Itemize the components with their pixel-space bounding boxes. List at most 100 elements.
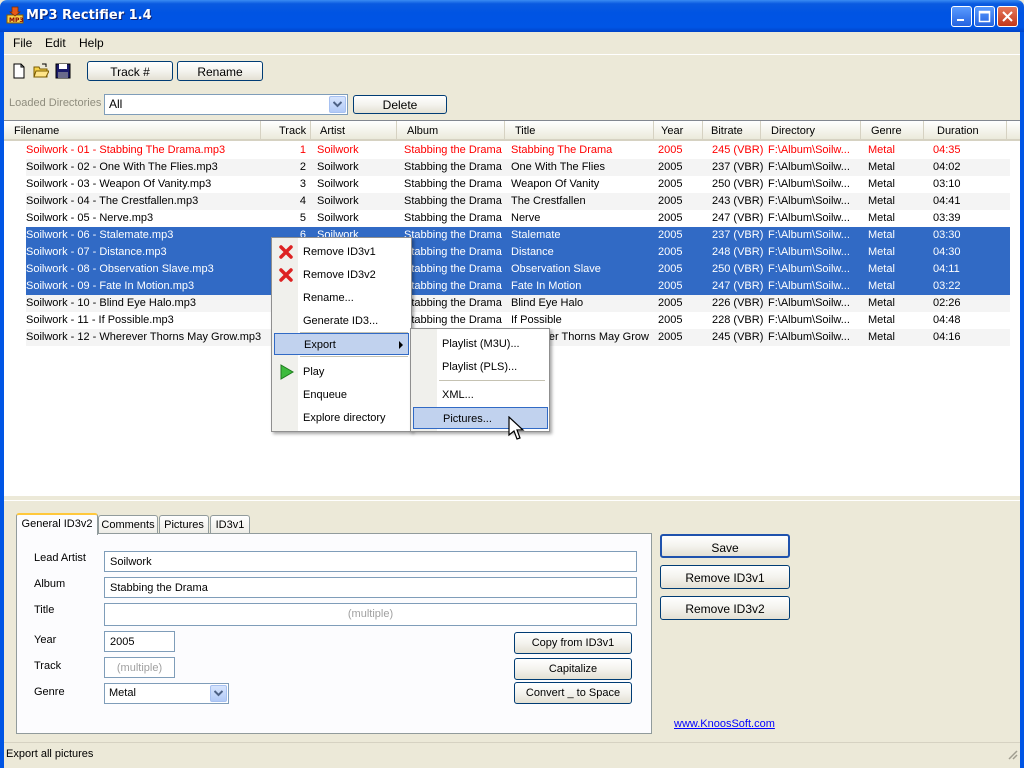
cell-directory: F:\Album\Soilw... [768, 246, 850, 258]
tab-comments[interactable]: Comments [98, 515, 158, 534]
genre-combo-arrow[interactable] [210, 685, 227, 702]
tab-general-id3v2[interactable]: General ID3v2 [16, 513, 98, 535]
table-row[interactable]: Soilwork - 02 - One With The Flies.mp3 2 S… [26, 159, 1010, 176]
table-row[interactable]: Soilwork - 03 - Weapon Of Vanity.mp3 3 Soi… [26, 176, 1010, 193]
cell-year: 2005 [658, 246, 683, 258]
submenu-playlist-pls[interactable]: Playlist (PLS)... [413, 356, 548, 378]
menu-enqueue[interactable]: Enqueue [274, 384, 409, 406]
menu-play[interactable]: Play [274, 361, 409, 383]
cell-artist: Soilwork [317, 161, 359, 173]
table-row[interactable]: Soilwork - 09 - Fate In Motion.mp39Soilw… [26, 278, 1010, 295]
convert-underscore-label: Convert _ to Space [525, 687, 621, 699]
column-duration[interactable]: Duration [924, 121, 1007, 141]
new-file-icon[interactable] [11, 63, 27, 79]
column-title-label: Title [515, 125, 536, 137]
submenu-xml[interactable]: XML... [413, 384, 548, 406]
general-id3v2-panel: Lead Artist Soilwork Album Stabbing the … [16, 533, 652, 734]
remove-id3v1-button[interactable]: Remove ID3v1 [660, 565, 790, 589]
maximize-icon [978, 10, 991, 23]
delete-button[interactable]: Delete [353, 95, 447, 114]
convert-underscore-button[interactable]: Convert _ to Space [514, 682, 632, 704]
cell-year: 2005 [658, 161, 683, 173]
year-value: 2005 [110, 636, 135, 648]
title-field[interactable]: (multiple) [104, 603, 637, 626]
menu-file[interactable]: File [13, 36, 32, 50]
cell-track: 2 [299, 161, 306, 173]
column-year[interactable]: Year [654, 121, 703, 141]
genre-combo[interactable]: Metal [104, 683, 229, 704]
menu-generate-id3[interactable]: Generate ID3... [274, 310, 409, 332]
table-row[interactable]: Soilwork - 10 - Blind Eye Halo.mp310Soil… [26, 295, 1010, 312]
minimize-button[interactable] [951, 6, 972, 27]
table-row[interactable]: Soilwork - 01 - Stabbing The Drama.mp3 1 S… [26, 142, 1010, 159]
cell-directory: F:\Album\Soilw... [768, 314, 850, 326]
cell-bitrate: 245 (VBR) [712, 144, 764, 156]
website-link[interactable]: www.KnoosSoft.com [674, 718, 775, 730]
menu-bar: File Edit Help [4, 32, 1020, 52]
pane-splitter[interactable] [4, 497, 1020, 501]
cell-title: The Crestfallen [511, 195, 586, 207]
table-row[interactable]: Soilwork - 06 - Stalemate.mp3 6 Soilwork St… [26, 227, 1010, 244]
submenu-playlist-m3u[interactable]: Playlist (M3U)... [413, 333, 548, 355]
cell-filename: Soilwork - 06 - Stalemate.mp3 [26, 229, 174, 241]
album-field[interactable]: Stabbing the Drama [104, 577, 637, 598]
save-disk-icon[interactable] [55, 63, 71, 79]
column-filename[interactable]: Filename [4, 121, 261, 141]
cell-year: 2005 [658, 314, 683, 326]
capitalize-button[interactable]: Capitalize [514, 658, 632, 680]
tab-pictures-label: Pictures [164, 519, 204, 531]
track-field[interactable]: (multiple) [104, 657, 175, 678]
cell-year: 2005 [658, 195, 683, 207]
table-row[interactable]: Soilwork - 07 - Distance.mp37SoilworkSta… [26, 244, 1010, 261]
toolbar: Track # Rename [4, 54, 1020, 88]
lead-artist-field[interactable]: Soilwork [104, 551, 637, 572]
table-row[interactable]: Soilwork - 08 - Observation Slave.mp38So… [26, 261, 1010, 278]
tab-id3v1[interactable]: ID3v1 [210, 515, 250, 534]
column-album[interactable]: Album [397, 121, 505, 141]
cell-filename: Soilwork - 05 - Nerve.mp3 [26, 212, 154, 224]
cell-title: One With The Flies [511, 161, 605, 173]
menu-help[interactable]: Help [79, 36, 104, 50]
cell-bitrate: 243 (VBR) [712, 195, 764, 207]
menu-edit[interactable]: Edit [45, 36, 66, 50]
maximize-button[interactable] [974, 6, 995, 27]
menu-explore-directory[interactable]: Explore directory [274, 407, 409, 429]
year-field[interactable]: 2005 [104, 631, 175, 652]
cell-album: Stabbing the Drama [404, 280, 502, 292]
remove-id3v2-button[interactable]: Remove ID3v2 [660, 596, 790, 620]
column-title[interactable]: Title [505, 121, 654, 141]
export-submenu: Playlist (M3U)... Playlist (PLS)... XML.… [410, 328, 550, 432]
column-artist-label: Artist [320, 125, 346, 137]
menu-rename[interactable]: Rename... [274, 287, 409, 309]
menu-remove-id3v2[interactable]: Remove ID3v2 [274, 264, 409, 286]
table-row[interactable]: Soilwork - 05 - Nerve.mp3 5 Soilwork Stabbi… [26, 210, 1010, 227]
cell-genre: Metal [868, 229, 895, 241]
table-row[interactable]: Soilwork - 04 - The Crestfallen.mp3 4 Soil… [26, 193, 1010, 210]
context-menu: Remove ID3v1 Remove ID3v2 Rename... Gene… [271, 237, 412, 432]
copy-from-id3v1-button[interactable]: Copy from ID3v1 [514, 632, 632, 654]
track-number-button[interactable]: Track # [87, 61, 173, 81]
menu-export[interactable]: Export [274, 333, 409, 355]
column-genre[interactable]: Genre [861, 121, 924, 141]
delete-button-label: Delete [382, 98, 418, 112]
save-button[interactable]: Save [660, 534, 790, 558]
directories-combo[interactable]: All [104, 94, 348, 115]
column-track[interactable]: Track [261, 121, 311, 141]
rename-button[interactable]: Rename [177, 61, 263, 81]
play-icon [280, 364, 294, 380]
open-folder-icon[interactable] [33, 63, 49, 79]
tab-pictures[interactable]: Pictures [159, 515, 209, 534]
cell-filename: Soilwork - 10 - Blind Eye Halo.mp3 [26, 297, 196, 309]
table-row[interactable]: Soilwork - 11 - If Possible.mp311Soilwor… [26, 312, 1010, 329]
resize-grip-icon[interactable] [1006, 748, 1018, 760]
cell-bitrate: 247 (VBR) [712, 212, 764, 224]
column-bitrate[interactable]: Bitrate [703, 121, 761, 141]
cell-bitrate: 237 (VBR) [712, 161, 764, 173]
column-artist[interactable]: Artist [311, 121, 397, 141]
cell-genre: Metal [868, 195, 895, 207]
directories-combo-arrow[interactable] [329, 96, 346, 113]
cell-duration: 04:35 [933, 144, 961, 156]
menu-remove-id3v1[interactable]: Remove ID3v1 [274, 241, 409, 263]
close-button[interactable] [997, 6, 1018, 27]
column-directory[interactable]: Directory [761, 121, 861, 141]
